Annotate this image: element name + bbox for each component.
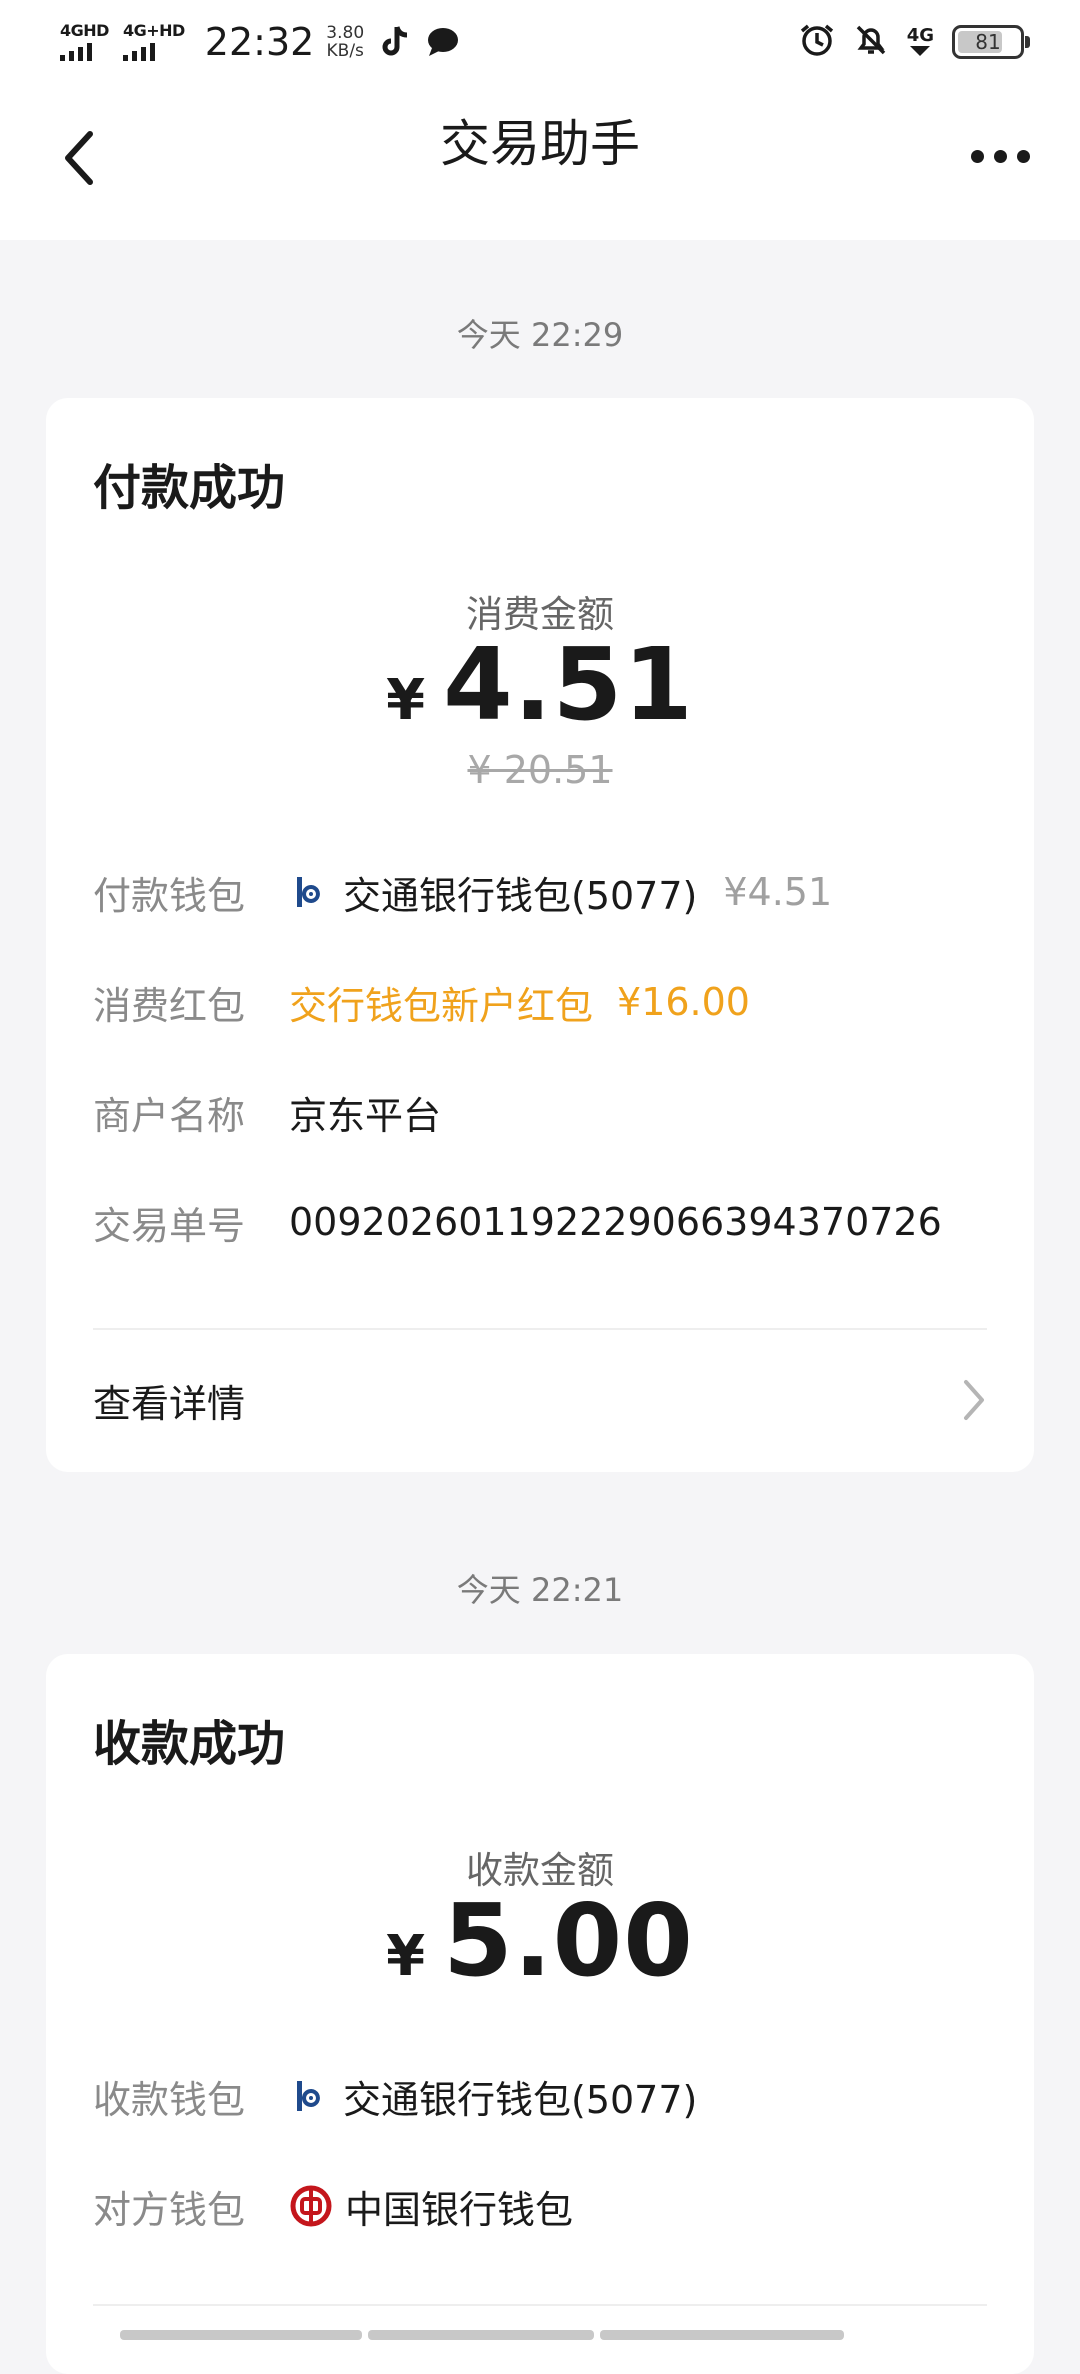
merchant-value: 京东平台 <box>289 1093 442 1138</box>
alarm-icon <box>799 22 835 62</box>
boc-logo-icon <box>289 2184 333 2228</box>
counterparty-wallet-key: 对方钱包 <box>93 2187 246 2232</box>
signal-2-label: 4G+HD <box>122 21 185 40</box>
merchant-key: 商户名称 <box>93 1093 246 1138</box>
more-dot-icon <box>1016 149 1030 163</box>
more-menu-button[interactable] <box>960 134 1040 178</box>
receipt-wallet-key: 收款钱包 <box>93 2077 246 2122</box>
payment-title: 付款成功 <box>93 460 286 516</box>
payment-wallet-key: 付款钱包 <box>93 873 246 918</box>
divider <box>93 2304 987 2306</box>
page-title: 交易助手 <box>440 115 640 173</box>
network-speed-unit: KB/s <box>326 41 364 61</box>
battery-icon: 81 <box>952 25 1030 59</box>
counterparty-wallet-value: 中国银行钱包 <box>345 2187 574 2232</box>
receipt-wallet-row: 收款钱包 交通银行钱包(5077) <box>93 2066 987 2126</box>
coupon-row: 消费红包 交行钱包新户红包 ¥16.00 <box>93 972 987 1032</box>
chevron-right-icon <box>964 1380 984 1420</box>
receipt-amount: ¥5.00 <box>46 1882 1034 1999</box>
counterparty-wallet-row: 对方钱包 中国银行钱包 <box>93 2176 987 2236</box>
bocom-logo-icon <box>289 2075 331 2117</box>
battery-level: 81 <box>975 30 1001 54</box>
tiktok-icon <box>380 25 410 59</box>
view-details-label: 查看详情 <box>93 1381 246 1426</box>
view-details-link[interactable]: 查看详情 <box>93 1360 987 1440</box>
partial-tab <box>368 2330 594 2340</box>
bottom-partial-tabs <box>120 2330 844 2340</box>
more-dot-icon <box>993 149 1007 163</box>
partial-tab <box>600 2330 844 2340</box>
currency-symbol: ¥ <box>386 1924 426 1989</box>
merchant-row: 商户名称 京东平台 <box>93 1082 987 1142</box>
message-icon <box>426 26 460 58</box>
network-speed-value: 3.80 <box>326 23 365 43</box>
network-type-label: 4G <box>906 25 934 46</box>
order-number: 00920260119222906639437072​6 <box>289 1200 942 1244</box>
signal-1-icon: 4GHD <box>60 23 109 61</box>
payment-wallet-amount: ¥4.51 <box>723 870 833 914</box>
coupon-key: 消费红包 <box>93 983 246 1028</box>
message-timestamp: 今天 22:29 <box>456 316 624 354</box>
receipt-amount-value: 5.00 <box>443 1882 694 1999</box>
order-row: 交易单号 00920260119222906639437072​6 <box>93 1192 987 1252</box>
signal-1-label: 4GHD <box>60 21 109 40</box>
payment-card: 付款成功 消费金额 ¥4.51 ¥ 20.51 付款钱包 交通银行钱包(5077… <box>46 398 1034 1472</box>
bocom-logo-icon <box>289 871 331 913</box>
divider <box>93 1328 987 1330</box>
receipt-wallet-value: 交通银行钱包(5077) <box>343 2077 698 2122</box>
partial-tab <box>120 2330 362 2340</box>
network-type-icon: 4G <box>907 27 934 57</box>
message-timestamp: 今天 22:21 <box>456 1571 624 1609</box>
status-bar: 4GHD 4G+HD 22:32 3.80 KB/s 4G 81 <box>0 0 1080 84</box>
signal-2-icon: 4G+HD <box>122 21 185 61</box>
coupon-amount: ¥16.00 <box>617 980 750 1024</box>
mute-icon <box>853 22 889 62</box>
order-key: 交易单号 <box>93 1203 246 1248</box>
payment-amount-value: 4.51 <box>443 626 694 743</box>
coupon-value: 交行钱包新户红包 <box>289 983 594 1028</box>
payment-wallet-row: 付款钱包 交通银行钱包(5077) ¥4.51 <box>93 862 987 922</box>
nav-bar: 交易助手 <box>0 84 1080 240</box>
receipt-title: 收款成功 <box>93 1716 286 1772</box>
currency-symbol: ¥ <box>386 668 426 733</box>
original-price: ¥ 20.51 <box>467 748 613 792</box>
status-time: 22:32 <box>204 20 315 64</box>
network-speed: 3.80 KB/s <box>326 24 364 60</box>
payment-amount: ¥4.51 <box>46 626 1034 743</box>
more-dot-icon <box>970 149 984 163</box>
receipt-card: 收款成功 收款金额 ¥5.00 收款钱包 交通银行钱包(5077) 对方钱包 中… <box>46 1654 1034 2374</box>
payment-wallet-value: 交通银行钱包(5077) <box>343 873 698 918</box>
